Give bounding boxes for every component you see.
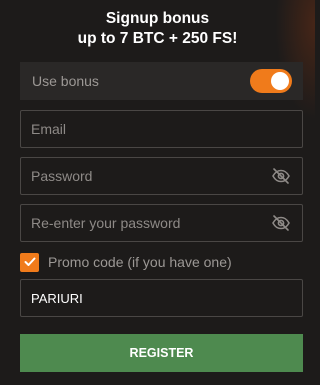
email-field xyxy=(20,110,303,148)
email-input[interactable] xyxy=(31,121,292,137)
promo-code-checkbox[interactable] xyxy=(20,252,39,272)
use-bonus-label: Use bonus xyxy=(32,73,99,89)
password-field xyxy=(20,157,303,195)
heading-line-1: Signup bonus xyxy=(105,10,210,27)
use-bonus-toggle[interactable] xyxy=(250,69,292,93)
repassword-field xyxy=(20,204,303,242)
promo-code-label: Promo code (if you have one) xyxy=(48,254,232,270)
eye-slash-icon[interactable] xyxy=(270,212,292,234)
password-input[interactable] xyxy=(31,168,270,184)
heading-line-2: up to 7 BTC + 250 FS! xyxy=(77,30,238,47)
promo-code-input[interactable] xyxy=(31,290,292,306)
signup-bonus-heading: Signup bonus up to 7 BTC + 250 FS! xyxy=(0,9,315,49)
register-button[interactable]: REGISTER xyxy=(20,334,303,372)
checkmark-icon xyxy=(24,257,35,266)
toggle-knob xyxy=(271,72,289,90)
use-bonus-row: Use bonus xyxy=(20,62,303,100)
promo-code-field xyxy=(20,279,303,317)
promo-code-checkbox-row: Promo code (if you have one) xyxy=(20,251,303,273)
repassword-input[interactable] xyxy=(31,215,270,231)
eye-slash-icon[interactable] xyxy=(270,165,292,187)
